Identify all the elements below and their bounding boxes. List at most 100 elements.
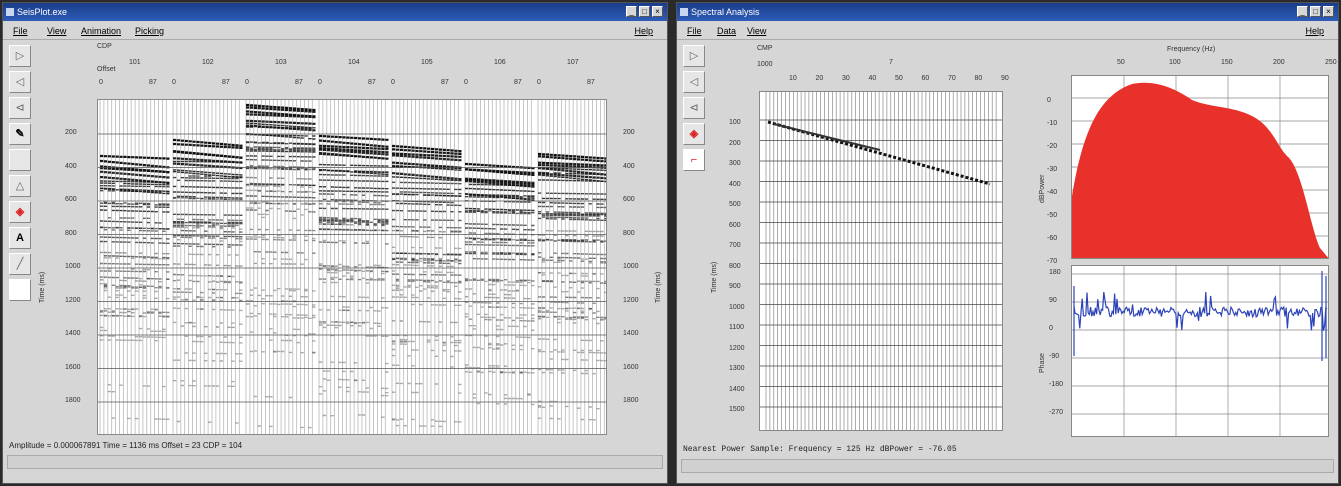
pick-target-icon[interactable]: ◈: [683, 123, 705, 145]
gather-panel[interactable]: [759, 91, 1003, 431]
cdp-label: 107: [567, 59, 579, 66]
menu-file[interactable]: File: [13, 22, 28, 40]
spectrum-axis-title: Frequency (Hz): [1167, 46, 1216, 53]
reflection-event: [395, 229, 462, 232]
menu-view[interactable]: View: [47, 22, 66, 40]
spectral-analysis-window: Spectral Analysis _ □ × File Data View H…: [676, 2, 1339, 484]
color-swatch-icon[interactable]: [9, 279, 31, 301]
pointer-tool-icon[interactable]: ▷: [9, 45, 31, 67]
reflection-event: [176, 179, 243, 183]
amplitude-tick: 0: [1047, 97, 1051, 104]
reflection-event: [488, 344, 523, 347]
gather-top-tick: 60: [921, 75, 930, 82]
seismic-section[interactable]: [97, 99, 607, 435]
seismic-traces: [98, 100, 606, 434]
reflection-event: [322, 390, 389, 394]
frequency-tick: 200: [1273, 59, 1285, 66]
gather-top-tick: 20: [815, 75, 824, 82]
amplitude-tool-icon[interactable]: A: [9, 227, 31, 249]
amplitude-spectrum-fill: [1072, 82, 1328, 258]
time-tick-left: 1000: [65, 263, 81, 270]
menu-animation[interactable]: Animation: [81, 22, 121, 40]
blank-tool-icon[interactable]: [9, 149, 31, 171]
reflection-event: [107, 267, 150, 271]
cdp-gather: [464, 100, 535, 434]
reflection-event: [538, 311, 596, 314]
maximize-button[interactable]: □: [639, 6, 650, 17]
close-button[interactable]: ×: [652, 6, 663, 17]
reflection-event: [538, 192, 606, 195]
reflection-event: [103, 284, 162, 288]
phase-trace: [1073, 271, 1328, 361]
cdp-label: 106: [494, 59, 506, 66]
offset-label: 0: [245, 79, 249, 86]
amplitude-spectrum-panel[interactable]: [1071, 75, 1329, 259]
menu-help[interactable]: Help: [1305, 22, 1324, 40]
first-break-event: [773, 123, 881, 151]
menu-view[interactable]: View: [747, 22, 766, 40]
offset-label: 0: [464, 79, 468, 86]
back-tool-icon[interactable]: ◁: [9, 71, 31, 93]
reflection-event: [173, 176, 239, 180]
reflection-event: [392, 320, 458, 324]
time-tick-right: 1600: [623, 363, 639, 371]
reflection-event: [100, 326, 166, 330]
frequency-tick: 150: [1221, 59, 1233, 66]
reflection-event: [541, 261, 606, 264]
reflection-event: [476, 402, 535, 406]
menu-picking[interactable]: Picking: [135, 22, 164, 40]
menu-bar: File View Animation Picking Help: [3, 22, 667, 40]
up-tool-icon[interactable]: △: [9, 175, 31, 197]
zoom-out-tool-icon[interactable]: ⊲: [9, 97, 31, 119]
reflection-event: [111, 417, 170, 420]
reflection-event: [480, 348, 523, 351]
pointer-tool-icon[interactable]: ▷: [683, 45, 705, 67]
maximize-button[interactable]: □: [1310, 6, 1321, 17]
reflection-event: [173, 245, 231, 248]
reflection-event: [107, 217, 150, 219]
pick-target-icon[interactable]: ◈: [9, 201, 31, 223]
menu-data[interactable]: Data: [717, 22, 736, 40]
phase-tick: -270: [1049, 409, 1064, 416]
offset-row-label: Offset: [97, 66, 116, 73]
menu-help[interactable]: Help: [634, 22, 653, 40]
reflection-event: [468, 305, 535, 309]
window-title: SeisPlot.exe: [17, 7, 68, 17]
phase-spectrum-panel[interactable]: [1071, 265, 1329, 437]
reflection-event: [538, 234, 604, 237]
window-select-icon[interactable]: ⌐: [683, 149, 705, 171]
gather-time-tick: 800: [729, 262, 741, 270]
minimize-button[interactable]: _: [626, 6, 637, 17]
minimize-button[interactable]: _: [1297, 6, 1308, 17]
status-readout: Nearest Power Sample: Frequency = 125 Hz…: [683, 445, 957, 454]
zoom-out-tool-icon[interactable]: ⊲: [683, 97, 705, 119]
back-tool-icon[interactable]: ◁: [683, 71, 705, 93]
amplitude-tick: -30: [1047, 166, 1058, 173]
reflection-event: [100, 335, 166, 339]
slash-tool-icon[interactable]: ╱: [9, 253, 31, 275]
horizontal-scrollbar[interactable]: [7, 455, 663, 469]
time-tick-right: 200: [623, 129, 635, 136]
menu-file[interactable]: File: [687, 22, 702, 40]
reflection-event: [261, 303, 304, 306]
reflection-event: [184, 352, 243, 355]
reflection-event: [395, 261, 462, 265]
reflection-event: [538, 201, 604, 205]
reflection-event: [319, 203, 385, 206]
reflection-event: [100, 329, 166, 333]
pencil-tool-icon[interactable]: ✎: [9, 123, 31, 145]
reflection-event: [468, 318, 535, 322]
close-button[interactable]: ×: [1323, 6, 1334, 17]
status-readout: Amplitude = 0.000067891 Time = 1136 ms O…: [9, 441, 243, 450]
offset-label: 0: [99, 79, 103, 86]
time-tick-left: 800: [65, 229, 77, 237]
reflection-event: [330, 334, 389, 337]
gather-top-tick: 90: [1001, 75, 1009, 82]
reflection-event: [465, 334, 531, 339]
gather-time-tick: 500: [729, 201, 741, 208]
app-icon: [6, 8, 14, 16]
cdp-label: 103: [275, 59, 287, 66]
reflection-event: [100, 339, 158, 342]
horizontal-scrollbar[interactable]: [681, 459, 1334, 473]
time-tick-right: 1400: [623, 330, 639, 337]
